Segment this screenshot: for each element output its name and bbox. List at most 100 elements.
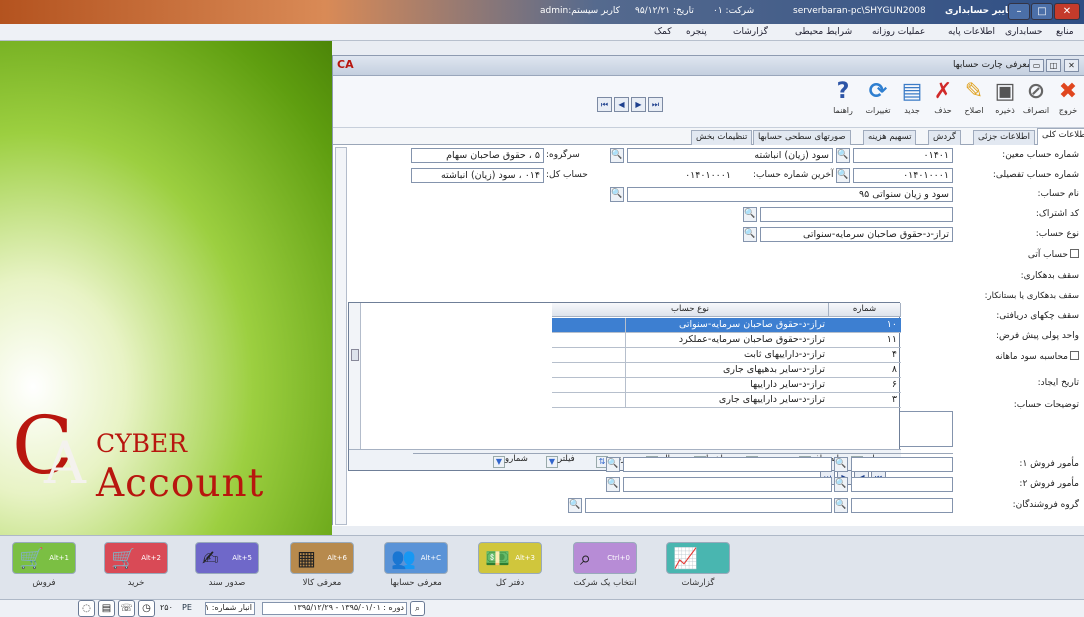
account-code-field[interactable]: ۰۱۴۰۱ bbox=[853, 148, 953, 163]
date-info: ۹۵/۱۲/۲۱ :تاریخ bbox=[635, 6, 694, 16]
search-icon[interactable]: 🔍 bbox=[606, 477, 620, 492]
table-row[interactable]: ۶ تراز-د-سایر داراییها bbox=[552, 378, 901, 393]
menu-item[interactable]: پنجره bbox=[686, 27, 707, 37]
table-row[interactable]: ۱۱ تراز-د-حقوق صاحبان سرمایه-عملکرد bbox=[552, 333, 901, 348]
logo-a: A bbox=[44, 429, 86, 497]
voucher-button[interactable]: ✍ Alt+5 bbox=[195, 542, 259, 574]
float-account-checkbox[interactable]: حساب آتی bbox=[1028, 249, 1079, 260]
restore-icon[interactable]: ▭ bbox=[1029, 59, 1044, 72]
new-button[interactable]: ▤ جدید bbox=[897, 80, 927, 116]
search-icon[interactable]: 🔍 bbox=[610, 148, 624, 163]
clock-icon[interactable]: ◷ bbox=[138, 600, 155, 617]
search-icon[interactable]: 🔍 bbox=[610, 187, 624, 202]
table-row[interactable]: ۸ تراز-د-سایر بدهیهای جاری bbox=[552, 363, 901, 378]
document-icon[interactable]: ▤ bbox=[98, 600, 115, 617]
table-row[interactable]: ۱۰ تراز-د-حقوق صاحبان سرمایه-سنواتی bbox=[552, 318, 901, 333]
exit-button[interactable]: ✖ خروج bbox=[1053, 80, 1083, 116]
sales1-name[interactable] bbox=[623, 457, 832, 472]
filter-button[interactable]: ▼ فیلتر bbox=[544, 454, 575, 468]
grid-header-type[interactable]: نوع حساب bbox=[552, 303, 829, 317]
close-window-icon[interactable]: ✕ bbox=[1064, 59, 1079, 72]
period-field[interactable]: دوره : ۱۳۹۵/۰۱/۰۱ - ۱۳۹۵/۱۲/۲۹ bbox=[262, 602, 407, 615]
nav-first-icon[interactable]: ⏭ bbox=[648, 97, 663, 112]
maximize-icon[interactable]: ◫ bbox=[1046, 59, 1061, 72]
maximize-icon[interactable]: □ bbox=[1031, 3, 1053, 20]
checkbox-icon[interactable] bbox=[1070, 351, 1079, 360]
tab-turnover[interactable]: گردش bbox=[928, 130, 961, 145]
sharing-code-input[interactable] bbox=[760, 207, 953, 222]
user-info: admin:کاربر سیستم bbox=[540, 6, 620, 16]
sellers-group-name[interactable] bbox=[585, 498, 832, 513]
group-label: سرگروه: bbox=[546, 150, 580, 160]
table-row[interactable]: ۳ تراز-د-سایر داراییهای جاری bbox=[552, 393, 901, 408]
phone-icon[interactable]: ☏ bbox=[118, 600, 135, 617]
general-account-field[interactable]: ۰۱۴ ، سود (زیان) انباشته bbox=[411, 168, 544, 183]
warehouse-field[interactable]: انبار شماره: ۱ bbox=[205, 602, 255, 615]
menu-item[interactable]: شرایط محیطی bbox=[795, 27, 852, 37]
search-icon[interactable]: 🔍 bbox=[743, 227, 757, 242]
items-button[interactable]: ▦ Alt+6 bbox=[290, 542, 354, 574]
menu-item[interactable]: عملیات روزانه bbox=[872, 27, 925, 37]
count-button[interactable]: ▼ شمارو bbox=[491, 454, 528, 468]
monthly-profit-checkbox[interactable]: محاسبه سود ماهانه bbox=[995, 351, 1079, 362]
detail-code-field[interactable]: ۰۱۴۰۱۰۰۰۱ bbox=[853, 168, 953, 183]
form-scrollbar[interactable] bbox=[335, 147, 347, 525]
nav-next-icon[interactable]: ◀ bbox=[614, 97, 629, 112]
tab-cost-sharing[interactable]: تسهیم هزینه bbox=[863, 130, 917, 145]
search-icon[interactable]: 🔍 bbox=[568, 498, 582, 513]
reports-button[interactable]: 📈 bbox=[666, 542, 730, 574]
refresh-icon: ⟳ bbox=[868, 79, 888, 104]
sellers-group-code[interactable] bbox=[851, 498, 953, 513]
search-icon[interactable]: ⌕ bbox=[410, 601, 425, 616]
quick-access-bar: 🛒 Alt+1 فروش 🛒 Alt+2 خرید ✍ Alt+5 صدور سند … bbox=[0, 535, 1084, 599]
menu-item[interactable]: اطلاعات پایه bbox=[948, 27, 995, 37]
edit-button[interactable]: ✎ اصلاح bbox=[959, 79, 989, 116]
currency-label: واحد پولی پیش فرض: bbox=[996, 331, 1079, 341]
menu-item[interactable]: منابع bbox=[1056, 27, 1074, 37]
group-field[interactable]: ۵ ، حقوق صاحبان سهام bbox=[411, 148, 544, 163]
cancel-button[interactable]: ⊘ انصراف bbox=[1021, 80, 1051, 116]
nav-last-icon[interactable]: ⏮ bbox=[597, 97, 612, 112]
close-app-icon[interactable]: ✕ bbox=[1054, 3, 1080, 20]
help-button[interactable]: ? راهنما bbox=[828, 80, 858, 116]
nav-prev-icon[interactable]: ▶ bbox=[631, 97, 646, 112]
search-icon[interactable]: 🔍 bbox=[606, 457, 620, 472]
table-row[interactable]: ۴ تراز-د-داراییهای ثابت bbox=[552, 348, 901, 363]
account-type-dropdown: نوع حساب شماره ۱۰ تراز-د-حقوق صاحبان سرما… bbox=[348, 302, 901, 485]
account-type-input[interactable]: تراز-د-حقوق صاحبان سرمایه-سنواتی bbox=[760, 227, 953, 242]
tab-section-settings[interactable]: تنظیمات بخش bbox=[691, 130, 753, 145]
search-icon[interactable]: 🔍 bbox=[836, 148, 850, 163]
search-icon[interactable]: 🔍 bbox=[834, 477, 848, 492]
save-button[interactable]: ▣ ذخیره bbox=[990, 80, 1020, 116]
checkbox-icon[interactable] bbox=[1070, 249, 1079, 258]
search-icon[interactable]: 🔍 bbox=[743, 207, 757, 222]
menu-item[interactable]: حسابداری bbox=[1005, 27, 1042, 37]
sales2-name[interactable] bbox=[623, 477, 832, 492]
delete-button[interactable]: ✗ حذف bbox=[928, 80, 958, 116]
tab-detail[interactable]: اطلاعات جزئی bbox=[973, 130, 1035, 145]
changes-button[interactable]: ⟳ تغییرات bbox=[863, 79, 893, 116]
creation-date-label: تاریخ ایجاد: bbox=[1037, 378, 1079, 388]
account-name-field[interactable]: سود (زیان) انباشته bbox=[627, 148, 833, 163]
search-icon[interactable]: 🔍 bbox=[834, 498, 848, 513]
edit-icon: ✎ bbox=[964, 79, 984, 104]
menu-item[interactable]: کمک bbox=[654, 27, 672, 37]
ledger-button[interactable]: 💵 Alt+3 bbox=[478, 542, 542, 574]
chat-icon[interactable]: ◌ bbox=[78, 600, 95, 617]
purchase-button[interactable]: 🛒 Alt+2 bbox=[104, 542, 168, 574]
select-company-button[interactable]: ⌕ Ctrl+0 bbox=[573, 542, 637, 574]
sales2-code[interactable] bbox=[851, 477, 953, 492]
search-icon[interactable]: 🔍 bbox=[834, 457, 848, 472]
grid-scrollbar[interactable] bbox=[349, 303, 361, 449]
minimize-icon[interactable]: – bbox=[1008, 3, 1030, 20]
sales-button[interactable]: 🛒 Alt+1 bbox=[12, 542, 76, 574]
sales1-code[interactable] bbox=[851, 457, 953, 472]
tab-general[interactable]: اطلاعات کلی bbox=[1037, 128, 1084, 145]
search-icon[interactable]: 🔍 bbox=[836, 168, 850, 183]
grid-header-number[interactable]: شماره bbox=[829, 303, 901, 317]
accounts-button[interactable]: 👥 Alt+C bbox=[384, 542, 448, 574]
scroll-thumb[interactable] bbox=[351, 349, 359, 361]
tab-levels[interactable]: صورتهای سطحی حسابها bbox=[753, 130, 851, 145]
account-name-input[interactable]: سود و زیان سنواتی ۹۵ bbox=[627, 187, 953, 202]
menu-item[interactable]: گزارشات bbox=[733, 27, 768, 37]
